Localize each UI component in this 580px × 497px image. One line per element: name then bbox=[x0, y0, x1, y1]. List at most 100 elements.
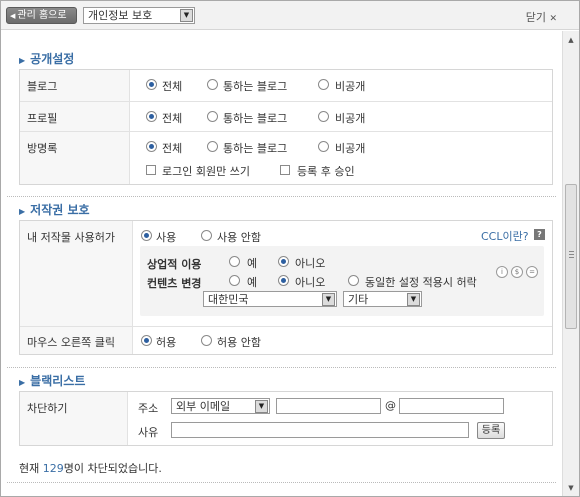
register-button[interactable]: 등록 bbox=[477, 422, 505, 439]
profile-radio-friends[interactable] bbox=[207, 111, 218, 122]
option-label: 사용 안함 bbox=[217, 231, 261, 244]
license-other-select[interactable]: 기타 ▼ bbox=[343, 291, 422, 307]
public-row-blog: 블로그 전체 통하는 블로그 비공개 bbox=[20, 70, 552, 101]
permit-radio-use[interactable] bbox=[141, 230, 152, 241]
option-label: 허용 bbox=[156, 336, 177, 349]
modify-radio-yes[interactable] bbox=[229, 275, 240, 286]
option-label: 전체 bbox=[162, 112, 183, 125]
equal-icon: = bbox=[526, 266, 538, 278]
copyright-heading: ▶ 저작권 보호 bbox=[19, 203, 90, 217]
public-settings-heading: ▶ 공개설정 bbox=[19, 52, 75, 66]
email-domain-input[interactable] bbox=[399, 398, 504, 414]
public-row-guestbook: 방명록 전체 통하는 블로그 비공개 로그인 회원만 쓰기 등록 후 승인 bbox=[20, 131, 552, 184]
modify-label: 컨텐츠 변경 bbox=[147, 277, 202, 290]
commercial-label: 상업적 이용 bbox=[147, 258, 202, 271]
divider bbox=[7, 367, 556, 368]
country-select[interactable]: 대한민국 ▼ bbox=[203, 291, 337, 307]
option-label: 아니오 bbox=[295, 276, 326, 289]
option-label: 동일한 설정 적용시 허락 bbox=[365, 276, 477, 289]
option-label: 예 bbox=[247, 257, 258, 270]
option-label: 사용 bbox=[156, 231, 177, 244]
triangle-bullet-icon: ▶ bbox=[19, 378, 26, 387]
at-sign: @ bbox=[385, 399, 396, 412]
ccl-link[interactable]: CCL이란? bbox=[481, 228, 529, 244]
copyright-permit-row: 내 저작물 사용허가 사용 사용 안함 CCL이란? ? 상업적 이용 예 아니… bbox=[20, 221, 552, 326]
scroll-up-icon[interactable]: ▲ bbox=[564, 33, 578, 47]
checkbox-label: 로그인 회원만 쓰기 bbox=[162, 165, 250, 178]
checkbox-label: 등록 후 승인 bbox=[297, 165, 355, 178]
permit-label: 내 저작물 사용허가 bbox=[20, 221, 133, 326]
blocked-count: 129 bbox=[42, 462, 64, 475]
rightclick-label: 마우스 오른쪽 클릭 bbox=[20, 327, 133, 354]
option-label: 전체 bbox=[162, 80, 183, 93]
section-select[interactable]: 개인정보 보호 ▼ bbox=[83, 7, 195, 24]
ccl-options-panel: 상업적 이용 예 아니오 컨텐츠 변경 예 아니오 동일한 설정 적용시 허락 … bbox=[140, 246, 544, 316]
guestbook-radio-friends[interactable] bbox=[207, 141, 218, 152]
vertical-scrollbar[interactable]: ▲ ▼ bbox=[562, 31, 579, 496]
rightclick-radio-allow[interactable] bbox=[141, 335, 152, 346]
email-id-input[interactable] bbox=[276, 398, 381, 414]
chevron-left-icon: ◀ bbox=[10, 12, 16, 20]
profile-label: 프로필 bbox=[20, 102, 130, 131]
modify-radio-same[interactable] bbox=[348, 275, 359, 286]
blog-radio-friends[interactable] bbox=[207, 79, 218, 90]
approve-after-checkbox[interactable] bbox=[280, 165, 290, 175]
triangle-bullet-icon: ▶ bbox=[19, 207, 26, 216]
option-label: 비공개 bbox=[335, 80, 366, 93]
commercial-radio-yes[interactable] bbox=[229, 256, 240, 267]
chevron-down-icon: ▼ bbox=[407, 293, 420, 306]
blog-radio-private[interactable] bbox=[318, 79, 329, 90]
close-icon: ✕ bbox=[549, 14, 557, 24]
option-label: 아니오 bbox=[295, 257, 326, 270]
blacklist-heading: ▶ 블랙리스트 bbox=[19, 374, 86, 388]
option-label: 통하는 블로그 bbox=[223, 142, 288, 155]
divider bbox=[7, 482, 556, 483]
scroll-down-icon[interactable]: ▼ bbox=[564, 481, 578, 495]
help-icon[interactable]: ? bbox=[534, 229, 545, 240]
login-only-checkbox[interactable] bbox=[146, 165, 156, 175]
rightclick-row: 마우스 오른쪽 클릭 허용 허용 안함 bbox=[20, 326, 552, 354]
rightclick-radio-deny[interactable] bbox=[201, 335, 212, 346]
no-commercial-icon: $ bbox=[511, 266, 523, 278]
privacy-settings-window: ◀ 관리 홈으로 개인정보 보호 ▼ 닫기 ✕ ▶ 공개설정 블로그 전체 통하는 … bbox=[0, 0, 580, 497]
option-label: 예 bbox=[247, 276, 258, 289]
blocked-status-text: 현재 129명이 차단되었습니다. bbox=[19, 462, 162, 475]
reason-label: 사유 bbox=[138, 426, 159, 439]
reason-input[interactable] bbox=[171, 422, 469, 438]
close-button[interactable]: 닫기 ✕ bbox=[526, 9, 557, 25]
top-toolbar: ◀ 관리 홈으로 개인정보 보호 ▼ 닫기 ✕ bbox=[1, 1, 579, 30]
profile-radio-all[interactable] bbox=[146, 111, 157, 122]
option-label: 비공개 bbox=[335, 112, 366, 125]
option-label: 통하는 블로그 bbox=[223, 80, 288, 93]
modify-radio-no[interactable] bbox=[278, 275, 289, 286]
public-row-profile: 프로필 전체 통하는 블로그 비공개 bbox=[20, 101, 552, 131]
block-row: 차단하기 주소 외부 이메일 ▼ @ 사유 등록 bbox=[20, 392, 552, 445]
scroll-thumb[interactable] bbox=[565, 184, 577, 329]
option-label: 허용 안함 bbox=[217, 336, 261, 349]
blog-radio-all[interactable] bbox=[146, 79, 157, 90]
settings-content: ▶ 공개설정 블로그 전체 통하는 블로그 비공개 프로필 전체 통하는 블로그 … bbox=[1, 31, 562, 496]
copyright-table: 내 저작물 사용허가 사용 사용 안함 CCL이란? ? 상업적 이용 예 아니… bbox=[19, 220, 553, 355]
guestbook-label: 방명록 bbox=[20, 132, 130, 184]
address-type-select[interactable]: 외부 이메일 ▼ bbox=[171, 398, 270, 414]
permit-radio-nouse[interactable] bbox=[201, 230, 212, 241]
address-label: 주소 bbox=[138, 402, 159, 415]
option-label: 통하는 블로그 bbox=[223, 112, 288, 125]
admin-home-button[interactable]: ◀ 관리 홈으로 bbox=[6, 7, 77, 24]
option-label: 전체 bbox=[162, 142, 183, 155]
chevron-down-icon: ▼ bbox=[322, 293, 335, 306]
triangle-bullet-icon: ▶ bbox=[19, 56, 26, 65]
blog-label: 블로그 bbox=[20, 70, 130, 101]
public-settings-table: 블로그 전체 통하는 블로그 비공개 프로필 전체 통하는 블로그 비공개 방명… bbox=[19, 69, 553, 185]
info-circle-icon: i bbox=[496, 266, 508, 278]
commercial-radio-no[interactable] bbox=[278, 256, 289, 267]
block-label: 차단하기 bbox=[20, 392, 128, 445]
divider bbox=[7, 196, 556, 197]
option-label: 비공개 bbox=[335, 142, 366, 155]
profile-radio-private[interactable] bbox=[318, 111, 329, 122]
guestbook-radio-all[interactable] bbox=[146, 141, 157, 152]
blacklist-table: 차단하기 주소 외부 이메일 ▼ @ 사유 등록 bbox=[19, 391, 553, 446]
chevron-down-icon: ▼ bbox=[255, 400, 268, 413]
guestbook-radio-private[interactable] bbox=[318, 141, 329, 152]
chevron-down-icon: ▼ bbox=[180, 9, 193, 22]
